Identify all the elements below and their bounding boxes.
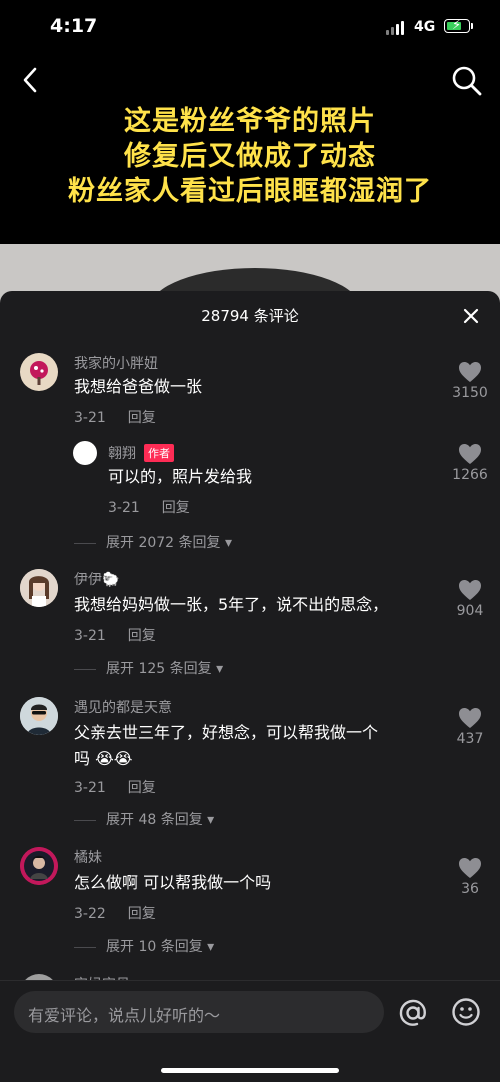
divider <box>74 668 96 670</box>
reply-button[interactable]: 回复 <box>128 628 156 644</box>
comment-meta: 3-21 回复 <box>74 777 156 797</box>
status-time: 4:17 <box>50 15 98 37</box>
network-label: 4G <box>414 19 436 35</box>
like-button[interactable]: 1266 <box>448 443 492 483</box>
commenter-name[interactable]: 我家的小胖妞 <box>74 353 158 373</box>
comment-date: 3-21 <box>74 410 106 426</box>
expand-replies-button[interactable]: 展开 48 条回复 ▾ <box>74 809 214 829</box>
comment-meta: 3-21 回复 <box>108 497 190 517</box>
author-badge: 作者 <box>144 444 174 462</box>
like-button[interactable]: 904 <box>448 579 492 619</box>
chevron-left-icon <box>23 67 37 93</box>
at-sign-icon <box>399 999 426 1026</box>
chevron-down-icon: ▾ <box>211 661 224 677</box>
expand-replies-label: 展开 48 条回复 <box>106 812 203 828</box>
like-count: 904 <box>456 603 484 619</box>
status-bar: 4:17 4G ⚡ <box>0 0 500 56</box>
video-caption: 这是粉丝爷爷的照片 修复后又做成了动态 粉丝家人看过后眼眶都湿润了 <box>0 104 500 209</box>
reply-button[interactable]: 回复 <box>128 906 156 922</box>
charging-icon: ⚡ <box>452 18 462 33</box>
comment-meta: 3-21 回复 <box>74 625 156 645</box>
like-count: 36 <box>461 881 479 897</box>
expand-replies-label: 展开 2072 条回复 <box>106 535 221 551</box>
avatar[interactable] <box>20 569 58 607</box>
divider <box>74 819 96 821</box>
like-count: 3150 <box>452 385 488 401</box>
heart-icon <box>459 444 481 464</box>
home-indicator[interactable] <box>161 1068 339 1073</box>
commenter-name[interactable]: 橘妹 <box>74 847 102 867</box>
emoji-button[interactable] <box>451 997 481 1027</box>
reply-button[interactable]: 回复 <box>162 500 190 516</box>
back-button[interactable] <box>18 64 46 96</box>
divider <box>74 542 96 544</box>
close-button[interactable] <box>460 305 482 327</box>
like-button[interactable]: 36 <box>448 857 492 897</box>
like-button[interactable]: 3150 <box>448 361 492 401</box>
search-icon <box>452 66 482 96</box>
comment-input-placeholder: 有爱评论，说点儿好听的～ <box>28 1006 221 1025</box>
comment-meta: 3-22 回复 <box>74 903 156 923</box>
expand-replies-button[interactable]: 展开 10 条回复 ▾ <box>74 936 214 956</box>
comment-date: 3-22 <box>74 906 106 922</box>
avatar[interactable] <box>20 697 58 735</box>
comment-text: 我想给爸爸做一张 <box>74 377 203 396</box>
comment-input-bar: 有爱评论，说点儿好听的～ <box>0 980 500 1082</box>
avatar[interactable] <box>20 353 58 391</box>
comment-date: 3-21 <box>74 780 106 796</box>
mention-button[interactable] <box>397 997 429 1029</box>
avatar[interactable] <box>20 847 58 885</box>
commenter-name[interactable]: 翱翔 作者 <box>108 443 174 463</box>
comment-input[interactable]: 有爱评论，说点儿好听的～ <box>14 991 384 1033</box>
heart-icon <box>459 580 481 600</box>
comment-text: 可以的，照片发给我 <box>108 467 253 486</box>
like-count: 437 <box>456 731 484 747</box>
reply-button[interactable]: 回复 <box>128 410 156 426</box>
battery-tip <box>471 23 473 29</box>
comment-text: 怎么做啊 可以帮我做一个吗 <box>74 873 272 892</box>
caption-line: 修复后又做成了动态 <box>124 141 376 172</box>
comment-date: 3-21 <box>74 628 106 644</box>
comment-text: 吗 😭😭 <box>74 749 133 768</box>
expand-replies-button[interactable]: 展开 125 条回复 ▾ <box>74 658 223 678</box>
caption-line: 粉丝家人看过后眼眶都湿润了 <box>68 176 432 207</box>
expand-replies-label: 展开 10 条回复 <box>106 939 203 955</box>
signal-icon <box>386 21 408 35</box>
commenter-name[interactable]: 遇见的都是天意 <box>74 697 172 717</box>
commenter-name-text: 翱翔 <box>108 446 136 462</box>
expand-replies-button[interactable]: 展开 2072 条回复 ▾ <box>74 532 232 552</box>
chevron-down-icon: ▾ <box>202 812 215 828</box>
comments-panel: 28794 条评论 我家的小胖妞 我想给爸爸做一张 3-21 回复 3150 翱翔… <box>0 291 500 1082</box>
smiley-icon <box>452 998 480 1026</box>
search-button[interactable] <box>450 64 484 98</box>
heart-icon <box>459 362 481 382</box>
comment-text: 父亲去世三年了，好想念，可以帮我做一个 <box>74 723 379 742</box>
comment-meta: 3-21 回复 <box>74 407 156 427</box>
commenter-name[interactable]: 伊伊🐑 <box>74 569 119 589</box>
heart-icon <box>459 858 481 878</box>
like-button[interactable]: 437 <box>448 707 492 747</box>
expand-replies-label: 展开 125 条回复 <box>106 661 212 677</box>
like-count: 1266 <box>452 467 488 483</box>
heart-icon <box>459 708 481 728</box>
caption-line: 这是粉丝爷爷的照片 <box>124 106 376 137</box>
close-icon <box>463 308 479 324</box>
comment-text: 我想给妈妈做一张，5年了，说不出的思念， <box>74 595 389 614</box>
avatar[interactable] <box>73 441 97 465</box>
chevron-down-icon: ▾ <box>220 535 233 551</box>
comment-date: 3-21 <box>108 500 140 516</box>
divider <box>74 946 96 948</box>
chevron-down-icon: ▾ <box>202 939 215 955</box>
reply-button[interactable]: 回复 <box>128 780 156 796</box>
comments-count-title: 28794 条评论 <box>201 307 299 325</box>
